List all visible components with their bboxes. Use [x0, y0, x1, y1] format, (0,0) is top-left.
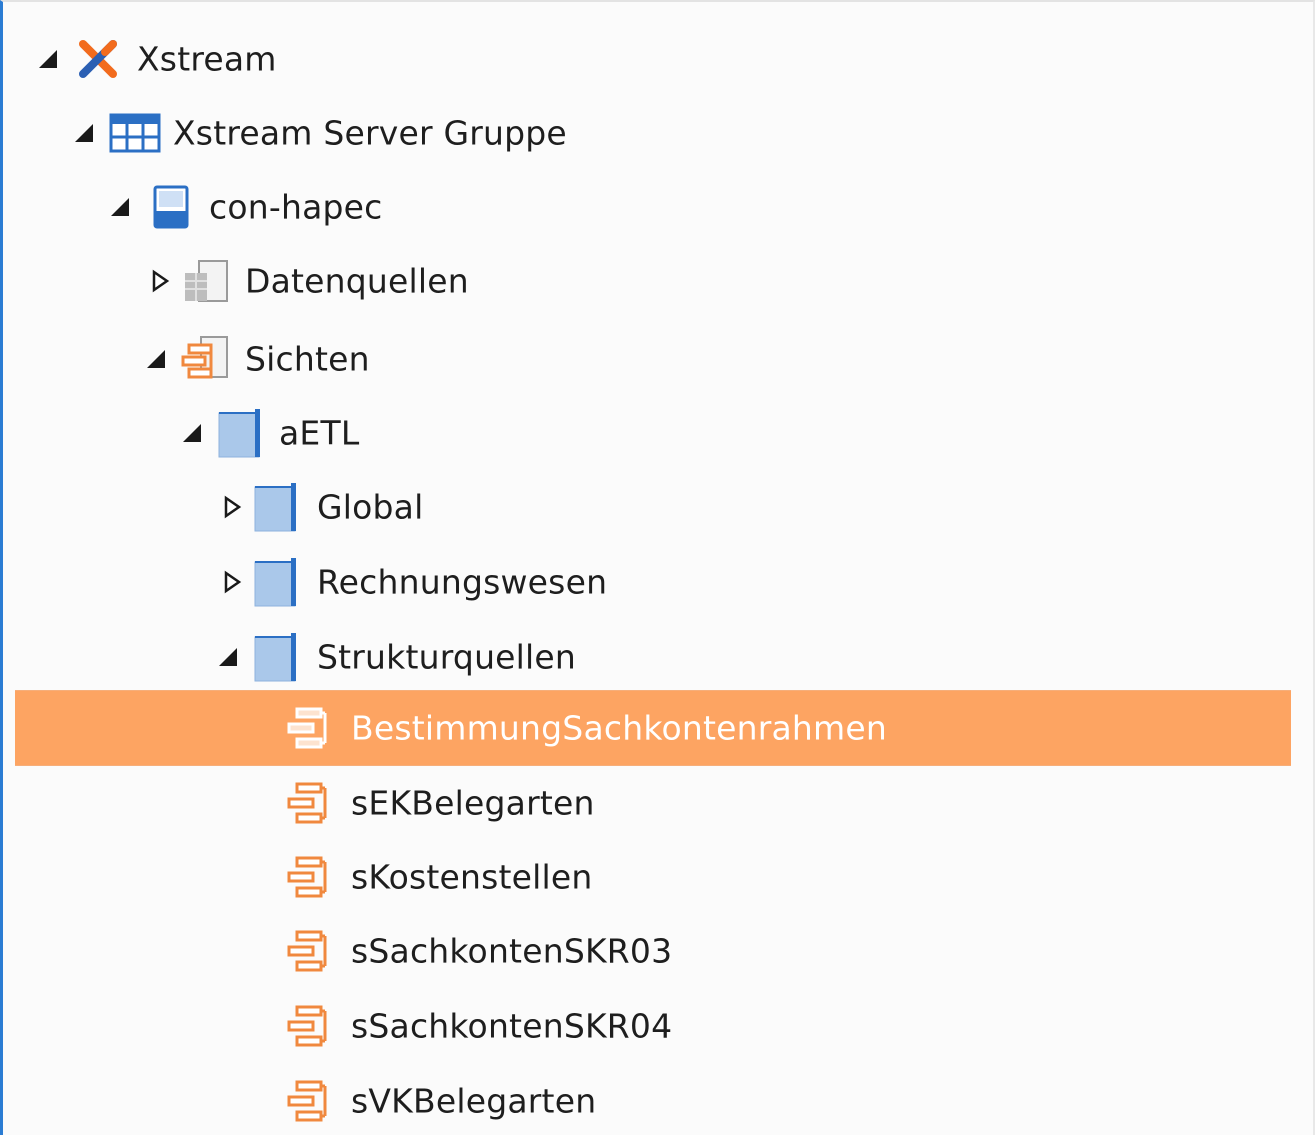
folder-icon [215, 407, 265, 459]
tree-node-global[interactable]: Global [3, 470, 1291, 544]
tree-node-ssachkontenskr03[interactable]: sSachkontenSKR03 [3, 914, 1291, 988]
structure-icon [287, 1003, 337, 1049]
structure-icon [287, 1078, 337, 1124]
server-icon [151, 185, 191, 229]
tree-node-label: Global [317, 487, 424, 527]
tree-panel: Xstream Xstream Server Gruppe con-hapec … [0, 0, 1315, 1135]
tree-node-strukturquellen[interactable]: Strukturquellen [3, 620, 1291, 694]
tree-node-label: Strukturquellen [317, 637, 577, 677]
tree-node-svkbelegarten[interactable]: sVKBelegarten [3, 1064, 1291, 1135]
tree-node-aetl[interactable]: aETL [3, 396, 1291, 470]
folder-icon [251, 631, 301, 683]
tree-node-label: Rechnungswesen [317, 562, 608, 602]
tree-node-label: Xstream [137, 39, 277, 79]
tree-node-label: Xstream Server Gruppe [173, 113, 567, 153]
xstream-logo-icon [75, 36, 121, 82]
views-icon [179, 335, 231, 383]
expanded-arrow-icon[interactable] [145, 347, 167, 371]
tree-node-datenquellen[interactable]: Datenquellen [3, 244, 1291, 318]
structure-icon [287, 928, 337, 974]
tree-node-label: Sichten [245, 339, 370, 379]
tree-node-label: aETL [279, 413, 360, 453]
datasource-icon [181, 259, 231, 303]
collapsed-arrow-icon[interactable] [149, 269, 171, 293]
tree-node-bestimmungsachkontenrahmen[interactable]: BestimmungSachkontenrahmen [15, 690, 1291, 766]
tree-node-label: con-hapec [209, 187, 383, 227]
tree-node-xstream[interactable]: Xstream [3, 22, 1291, 96]
tree-node-sekbelegarten[interactable]: sEKBelegarten [3, 766, 1291, 840]
expanded-arrow-icon[interactable] [181, 421, 203, 445]
tree-node-con-hapec[interactable]: con-hapec [3, 170, 1291, 244]
expanded-arrow-icon[interactable] [109, 195, 131, 219]
structure-icon [287, 780, 337, 826]
expanded-arrow-icon[interactable] [73, 121, 95, 145]
tree-node-label: sVKBelegarten [351, 1081, 597, 1121]
tree-node-label: Datenquellen [245, 261, 469, 301]
structure-icon [287, 854, 337, 900]
collapsed-arrow-icon[interactable] [221, 570, 243, 594]
tree-node-ssachkontenskr04[interactable]: sSachkontenSKR04 [3, 989, 1291, 1063]
collapsed-arrow-icon[interactable] [221, 495, 243, 519]
structure-icon [287, 705, 337, 751]
folder-icon [251, 556, 301, 608]
tree-node-label: sEKBelegarten [351, 783, 595, 823]
tree-node-rechnungswesen[interactable]: Rechnungswesen [3, 545, 1291, 619]
tree-node-skostenstellen[interactable]: sKostenstellen [3, 840, 1291, 914]
tree-node-label: sSachkontenSKR04 [351, 1006, 673, 1046]
tree-node-label: BestimmungSachkontenrahmen [351, 708, 888, 748]
expanded-arrow-icon[interactable] [217, 645, 239, 669]
tree-node-server-group[interactable]: Xstream Server Gruppe [3, 96, 1291, 170]
folder-icon [251, 481, 301, 533]
server-group-icon [109, 113, 161, 153]
tree-node-label: sKostenstellen [351, 857, 593, 897]
tree-node-label: sSachkontenSKR03 [351, 931, 673, 971]
expanded-arrow-icon[interactable] [37, 47, 59, 71]
tree-node-sichten[interactable]: Sichten [3, 322, 1291, 396]
